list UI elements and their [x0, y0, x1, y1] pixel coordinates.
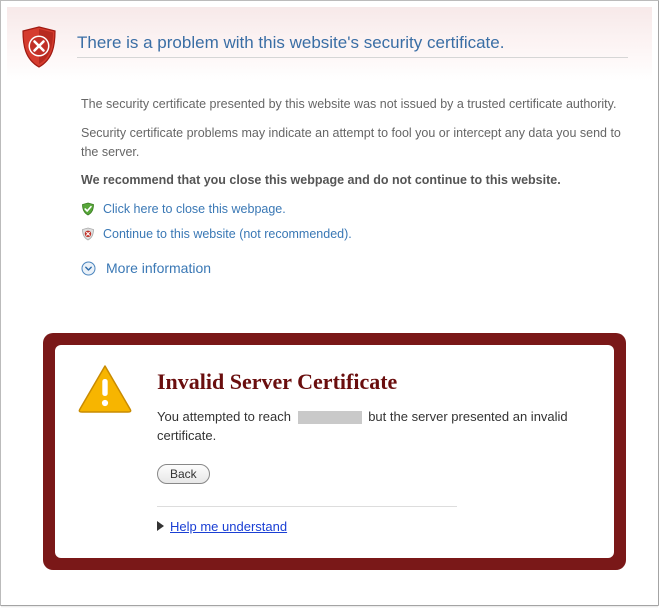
- shield-ok-icon: [81, 202, 95, 216]
- ie-paragraph: The security certificate presented by th…: [81, 95, 632, 114]
- more-information-toggle[interactable]: More information: [81, 258, 632, 279]
- back-button[interactable]: Back: [157, 464, 210, 484]
- shield-x-icon: [81, 227, 95, 241]
- redacted-hostname: [298, 411, 362, 424]
- continue-website-link[interactable]: Continue to this website (not recommende…: [81, 225, 632, 244]
- close-webpage-link[interactable]: Click here to close this webpage.: [81, 200, 632, 219]
- msg-prefix: You attempted to reach: [157, 409, 291, 424]
- divider: [77, 57, 628, 58]
- ie-title: There is a problem with this website's s…: [77, 33, 640, 53]
- chrome-title: Invalid Server Certificate: [157, 369, 592, 395]
- ie-recommendation: We recommend that you close this webpage…: [81, 171, 632, 190]
- shield-error-icon: [19, 25, 59, 69]
- help-me-understand-toggle[interactable]: Help me understand: [157, 519, 592, 534]
- chevron-down-icon: [81, 261, 96, 276]
- ie-header: There is a problem with this website's s…: [7, 7, 652, 81]
- chrome-message: You attempted to reach but the server pr…: [157, 407, 592, 446]
- ie-body: The security certificate presented by th…: [7, 81, 652, 311]
- disclosure-triangle-icon: [157, 521, 164, 531]
- more-information-label: More information: [106, 258, 211, 279]
- warning-triangle-icon: [77, 400, 133, 417]
- continue-website-label: Continue to this website (not recommende…: [103, 225, 352, 244]
- close-webpage-label: Click here to close this webpage.: [103, 200, 286, 219]
- ie-paragraph: Security certificate problems may indica…: [81, 124, 632, 162]
- ie-cert-error-panel: There is a problem with this website's s…: [7, 7, 652, 311]
- divider: [157, 506, 457, 507]
- chrome-card: Invalid Server Certificate You attempted…: [55, 345, 614, 558]
- help-me-understand-label: Help me understand: [170, 519, 287, 534]
- chrome-cert-error-panel: Invalid Server Certificate You attempted…: [43, 333, 626, 570]
